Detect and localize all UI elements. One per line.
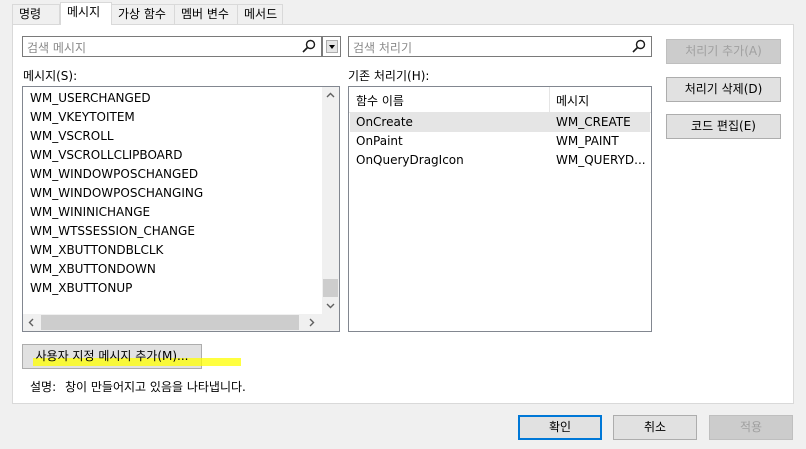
tab-label: 메시지 bbox=[67, 5, 101, 19]
scroll-up-icon[interactable] bbox=[326, 91, 335, 101]
handlers-label: 기존 처리기(H): bbox=[348, 69, 430, 83]
list-item[interactable]: WM_XBUTTONDOWN bbox=[30, 260, 156, 279]
row-function: OnCreate bbox=[356, 115, 413, 129]
table-row[interactable]: OnCreate WM_CREATE bbox=[350, 113, 650, 132]
tab-member-variables[interactable]: 멤버 변수 bbox=[174, 4, 238, 24]
column-header-message[interactable]: 메시지 bbox=[556, 92, 589, 109]
message-filter-dropdown[interactable] bbox=[322, 36, 341, 57]
list-item[interactable]: WM_XBUTTONUP bbox=[30, 279, 132, 298]
handlers-table[interactable]: 함수 이름 메시지 OnCreate WM_CREATE OnPaint WM_… bbox=[348, 86, 652, 332]
scroll-right-icon[interactable] bbox=[309, 318, 315, 330]
vertical-scrollbar[interactable] bbox=[322, 87, 339, 314]
handler-search-placeholder: 검색 처리기 bbox=[353, 41, 413, 55]
row-function: OnQueryDragIcon bbox=[356, 153, 464, 167]
apply-button[interactable]: 적용 bbox=[709, 415, 793, 440]
list-item[interactable]: WM_WINDOWPOSCHANGING bbox=[30, 184, 203, 203]
handler-search-input[interactable]: 검색 처리기 bbox=[348, 36, 652, 57]
cancel-button[interactable]: 취소 bbox=[613, 415, 697, 440]
messages-list[interactable]: WM_USERCHANGED WM_VKEYTOITEM WM_VSCROLL … bbox=[22, 86, 340, 332]
description-text: 창이 만들어지고 있음을 나타냅니다. bbox=[65, 380, 246, 394]
column-divider bbox=[549, 87, 550, 112]
tab-label: 메서드 bbox=[244, 7, 278, 21]
list-item[interactable]: WM_WININICHANGE bbox=[30, 203, 150, 222]
tab-label: 멤버 변수 bbox=[181, 7, 229, 21]
row-message: WM_QUERYD... bbox=[556, 153, 646, 167]
delete-handler-button[interactable]: 처리기 삭제(D) bbox=[666, 77, 781, 102]
search-icon[interactable] bbox=[302, 39, 318, 55]
list-item[interactable]: WM_XBUTTONDBLCLK bbox=[30, 241, 163, 260]
tab-label: 명령 bbox=[19, 7, 42, 21]
message-search-placeholder: 검색 메시지 bbox=[27, 41, 87, 55]
edit-code-button[interactable]: 코드 편집(E) bbox=[666, 114, 781, 139]
table-header: 함수 이름 메시지 bbox=[349, 87, 651, 113]
description-label: 설명: bbox=[30, 380, 57, 394]
row-function: OnPaint bbox=[356, 134, 403, 148]
tab-methods[interactable]: 메서드 bbox=[237, 4, 283, 24]
scroll-down-icon[interactable] bbox=[326, 302, 335, 312]
horizontal-scrollbar[interactable] bbox=[23, 314, 339, 331]
tab-messages[interactable]: 메시지 bbox=[60, 2, 112, 25]
list-item[interactable]: WM_USERCHANGED bbox=[30, 89, 151, 108]
list-item[interactable]: WM_VSCROLL bbox=[30, 127, 114, 146]
search-icon[interactable] bbox=[632, 39, 648, 55]
row-message: WM_PAINT bbox=[556, 134, 619, 148]
tab-commands[interactable]: 명령 bbox=[12, 4, 60, 24]
column-header-function[interactable]: 함수 이름 bbox=[356, 92, 404, 109]
row-message: WM_CREATE bbox=[556, 115, 631, 129]
add-custom-message-button[interactable]: 사용자 지정 메시지 추가(M)... bbox=[22, 344, 241, 369]
list-item[interactable]: WM_VKEYTOITEM bbox=[30, 108, 135, 127]
table-row[interactable]: OnPaint WM_PAINT bbox=[350, 132, 650, 151]
vertical-scroll-thumb[interactable] bbox=[323, 279, 338, 297]
table-row[interactable]: OnQueryDragIcon WM_QUERYD... bbox=[350, 151, 650, 170]
list-item[interactable]: WM_WINDOWPOSCHANGED bbox=[30, 165, 198, 184]
list-item[interactable]: WM_WTSSESSION_CHANGE bbox=[30, 222, 195, 241]
add-custom-message-label: 사용자 지정 메시지 추가(M)... bbox=[35, 349, 189, 363]
ok-button[interactable]: 확인 bbox=[518, 415, 602, 440]
message-search-input[interactable]: 검색 메시지 bbox=[22, 36, 322, 57]
messages-label: 메시지(S): bbox=[23, 69, 78, 83]
horizontal-scroll-thumb[interactable] bbox=[41, 315, 299, 330]
chevron-down-icon bbox=[326, 40, 338, 53]
tab-label: 가상 함수 bbox=[118, 7, 166, 21]
add-handler-button[interactable]: 처리기 추가(A) bbox=[666, 39, 781, 64]
list-item[interactable]: WM_VSCROLLCLIPBOARD bbox=[30, 146, 182, 165]
tab-virtual-functions[interactable]: 가상 함수 bbox=[111, 4, 175, 24]
scroll-left-icon[interactable] bbox=[28, 318, 34, 330]
